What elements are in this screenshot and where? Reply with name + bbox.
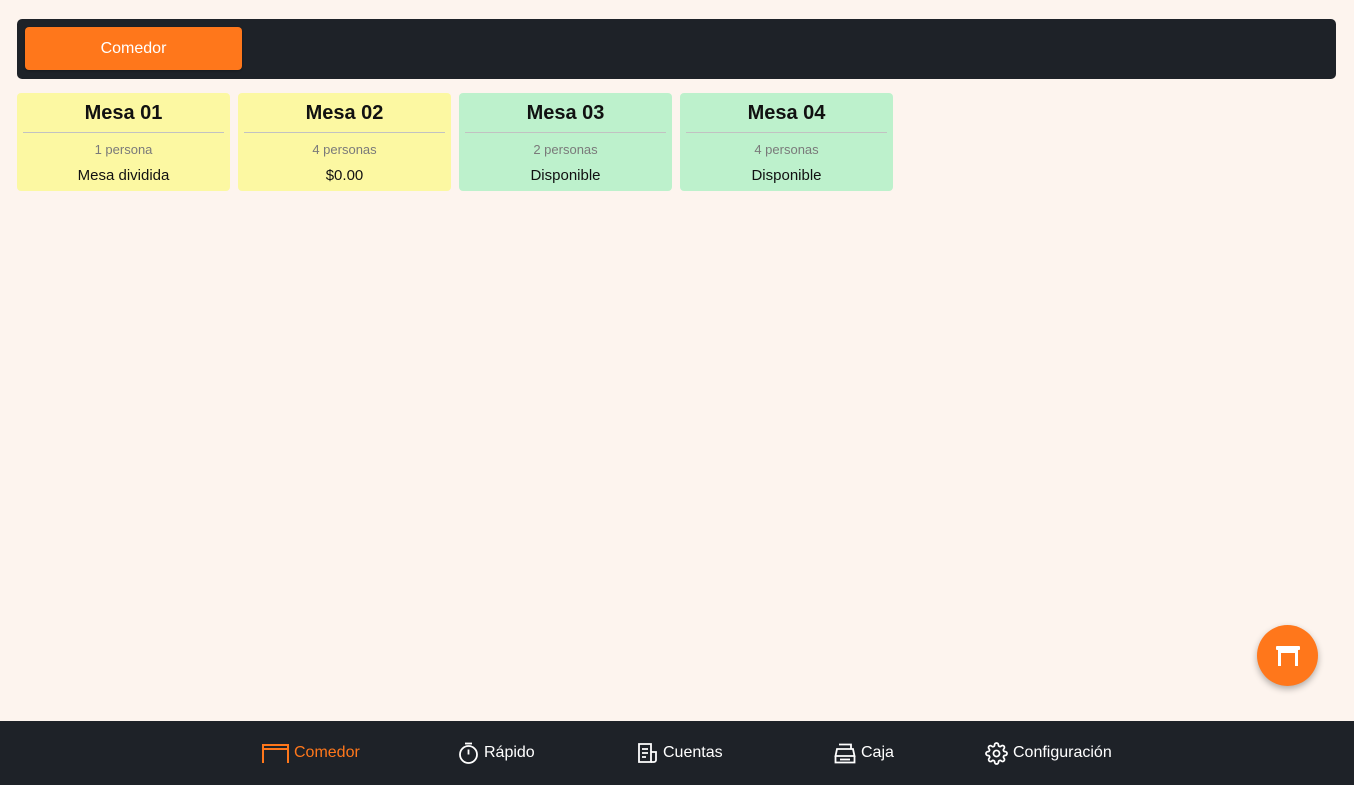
- table-name: Mesa 02: [244, 93, 445, 133]
- table-guests: 1 persona: [94, 142, 153, 157]
- nav-item-configuracion[interactable]: Configuración: [985, 721, 1112, 785]
- table-name: Mesa 03: [465, 93, 666, 133]
- nav-item-rapido[interactable]: Rápido: [458, 721, 535, 785]
- table-card-mesa-01[interactable]: Mesa 01 1 persona Mesa dividida: [17, 93, 230, 191]
- add-table-fab[interactable]: [1257, 625, 1318, 686]
- receipt-icon: [637, 742, 658, 764]
- table-guests: 4 personas: [312, 142, 377, 157]
- nav-label: Cuentas: [663, 744, 723, 761]
- nav-item-comedor[interactable]: Comedor: [262, 721, 360, 785]
- table-status: Disponible: [751, 167, 822, 184]
- table-guests: 4 personas: [754, 142, 819, 157]
- gear-icon: [985, 741, 1008, 765]
- table-card-mesa-02[interactable]: Mesa 02 4 personas $0.00: [238, 93, 451, 191]
- area-tab-comedor[interactable]: Comedor: [25, 27, 242, 70]
- nav-label: Configuración: [1013, 744, 1112, 761]
- cash-register-icon: [834, 743, 856, 764]
- bottom-nav: Comedor Rápido Cuentas Caja Configuració…: [0, 721, 1354, 785]
- table-card-mesa-03[interactable]: Mesa 03 2 personas Disponible: [459, 93, 672, 191]
- area-tab-bar: Comedor: [17, 19, 1336, 79]
- nav-label: Rápido: [484, 744, 535, 761]
- table-name: Mesa 04: [686, 93, 887, 133]
- table-icon: [262, 743, 289, 764]
- nav-label: Caja: [861, 744, 894, 761]
- stopwatch-icon: [458, 742, 479, 764]
- table-status: Mesa dividida: [77, 167, 170, 184]
- nav-item-cuentas[interactable]: Cuentas: [637, 721, 723, 785]
- table-name: Mesa 01: [23, 93, 224, 133]
- nav-item-caja[interactable]: Caja: [834, 721, 894, 785]
- table-status: $0.00: [325, 167, 364, 184]
- nav-label: Comedor: [294, 744, 360, 761]
- table-card-mesa-04[interactable]: Mesa 04 4 personas Disponible: [680, 93, 893, 191]
- table-guests: 2 personas: [533, 142, 598, 157]
- table-grid: Mesa 01 1 persona Mesa dividida Mesa 02 …: [17, 93, 893, 191]
- table-icon: [1275, 645, 1301, 667]
- table-status: Disponible: [530, 167, 601, 184]
